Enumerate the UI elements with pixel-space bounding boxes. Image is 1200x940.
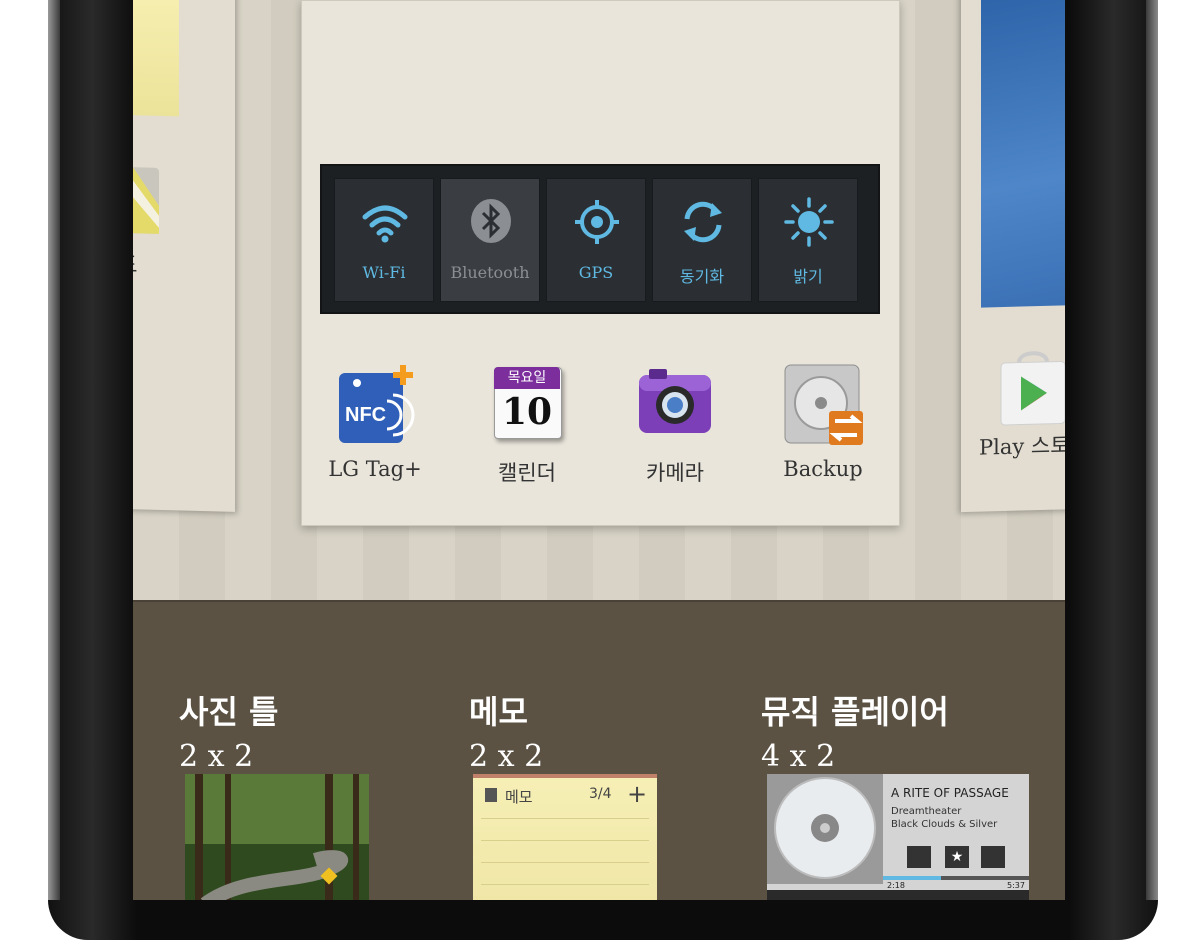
widget-size: 4 x 2 [761,739,836,774]
favorite-star-icon[interactable]: ★ [945,846,969,868]
sync-icon [684,201,722,243]
app-lg-tag[interactable]: NFC LG Tag+ [310,363,440,481]
brightness-icon [784,197,834,247]
music-artist: Dreamtheater [891,806,962,817]
play-store-icon[interactable] [997,347,1065,427]
play-store-label: Play 스토 [979,433,1065,460]
music-controls-bar[interactable] [767,890,1029,900]
music-song-title: A RITE OF PASSAGE [891,786,1009,800]
calendar-icon: 목요일 10 [492,363,562,439]
app-calendar[interactable]: 목요일 10 캘린더 [462,363,592,487]
phone-screen: 2. 지도 [133,0,1065,900]
phone-edge-left [48,0,60,900]
gps-icon [575,200,619,244]
memo-note-widget[interactable]: 2. [133,0,179,117]
calendar-date: 10 [501,391,553,433]
app-label: 캘린더 [498,461,556,485]
photo-frame-preview[interactable] [185,774,369,900]
quick-settings-widget: Wi-Fi Bluetooth GPS 동기화 밝기 [320,164,880,314]
music-time-total: 5:37 [1007,881,1025,890]
bluetooth-label: Bluetooth [450,263,530,282]
app-label: LG Tag+ [328,457,422,481]
camera-icon [635,363,715,447]
wifi-icon [362,205,408,243]
wifi-label: Wi-Fi [362,263,406,282]
svg-text:NFC: NFC [345,404,386,426]
home-page-right[interactable]: Play 스토 [961,0,1065,513]
widget-title: 메모 [469,693,528,731]
wallpaper-widget[interactable] [981,0,1065,308]
brightness-label: 밝기 [793,267,823,286]
maps-icon[interactable] [133,164,159,236]
gps-toggle[interactable]: GPS [546,178,646,302]
memo-page-indicator: 3/4 [589,786,612,802]
music-progress-fill [883,876,942,880]
artist-list-icon[interactable] [907,846,931,868]
widget-size: 2 x 2 [179,739,254,774]
app-label: 카메라 [646,461,704,485]
memo-preview-label: 메모 [505,788,533,806]
sync-label: 동기화 [679,267,725,286]
phone-edge-right [1146,0,1158,900]
gps-label: GPS [578,263,614,282]
home-screen-editor: 2. 지도 [133,0,1065,600]
calendar-day: 목요일 [494,367,560,389]
music-player-preview[interactable]: A RITE OF PASSAGE Dreamtheater Black Clo… [767,774,1029,900]
wifi-toggle[interactable]: Wi-Fi [334,178,434,302]
app-camera[interactable]: 카메라 [610,363,740,487]
bluetooth-toggle[interactable]: Bluetooth [440,178,540,302]
memo-note-icon [485,788,497,802]
widget-memo[interactable]: 메모 2 x 2 [469,687,543,774]
widget-size: 2 x 2 [469,739,544,774]
memo-add-icon[interactable]: + [627,780,647,808]
widget-drawer: 사진 틀 2 x 2 메모 2 x 2 메모 3/4 + 뮤직 플레이어 4 x… [133,600,1065,900]
sync-toggle[interactable]: 동기화 [652,178,752,302]
music-time-elapsed: 2:18 [887,881,905,890]
widget-title: 사진 틀 [179,693,279,731]
app-label: Backup [783,457,863,481]
memo-preview[interactable]: 메모 3/4 + [473,774,657,900]
app-backup[interactable]: Backup [758,363,888,481]
album-disc-icon [767,774,883,884]
maps-label: 지도 [133,252,138,279]
backup-icon [783,363,863,447]
music-album: Black Clouds & Silver [891,819,998,830]
brightness-toggle[interactable]: 밝기 [758,178,858,302]
nfc-tag-icon: NFC [335,363,415,447]
widget-photo-frame[interactable]: 사진 틀 2 x 2 [179,687,278,774]
home-page-left[interactable]: 2. 지도 [133,0,235,512]
playlist-icon[interactable] [981,846,1005,868]
widget-music-player[interactable]: 뮤직 플레이어 4 x 2 [761,687,949,774]
bluetooth-icon [471,199,511,243]
home-page-center[interactable]: Wi-Fi Bluetooth GPS 동기화 밝기 NFC LG Tag+ 목… [301,0,900,526]
widget-title: 뮤직 플레이어 [761,693,949,731]
music-progress-bar[interactable] [883,876,1029,880]
